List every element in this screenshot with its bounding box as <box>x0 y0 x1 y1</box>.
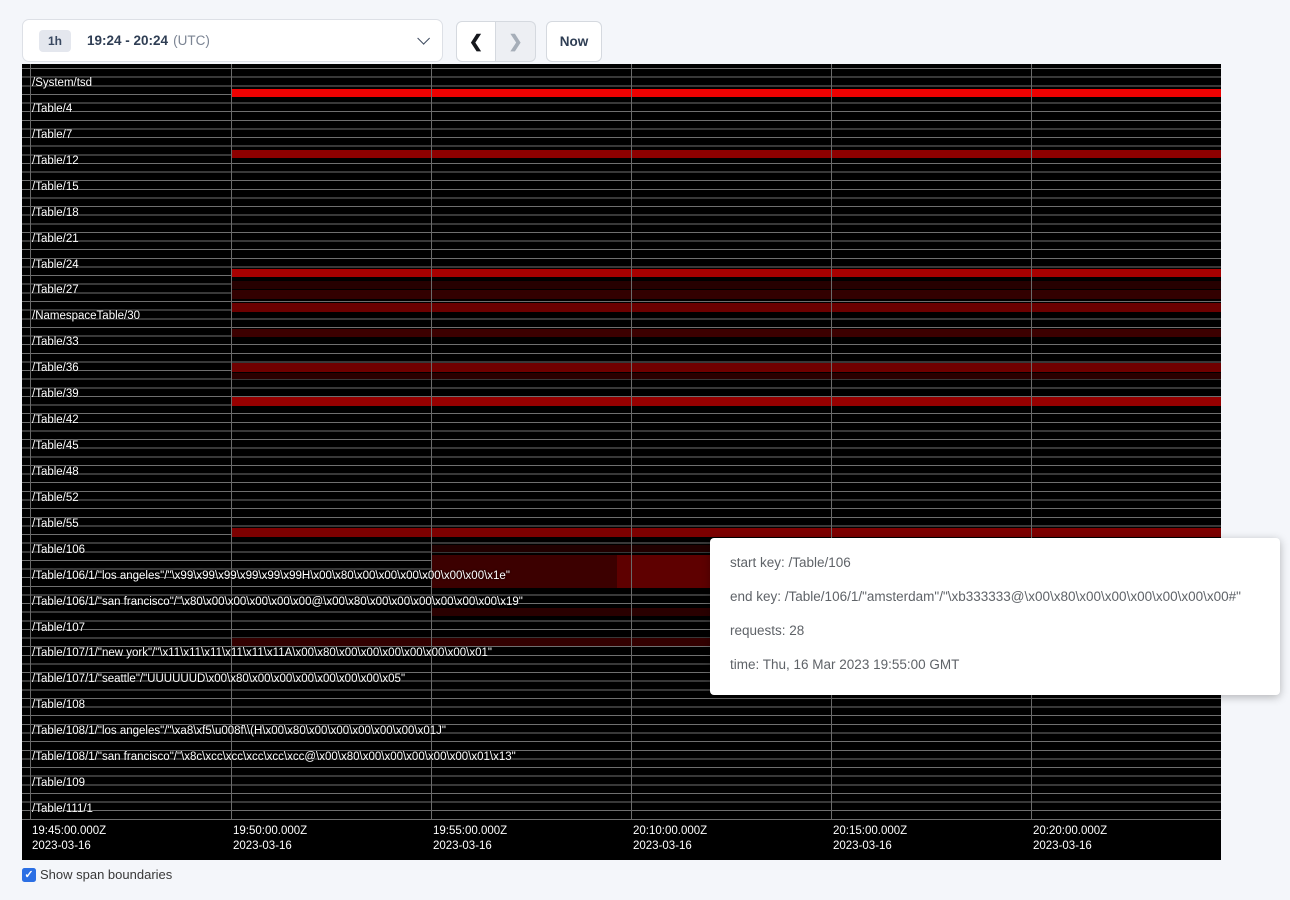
row-label: /Table/24 <box>32 259 79 271</box>
tooltip-time: time: Thu, 16 Mar 2023 19:55:00 GMT <box>730 655 1280 675</box>
now-button-label: Now <box>560 34 589 49</box>
row-label: /Table/106/1/"san francisco"/"\x80\x00\x… <box>32 596 523 608</box>
x-axis-date: 2023-03-16 <box>233 839 307 854</box>
hover-tooltip: start key: /Table/106 end key: /Table/10… <box>710 538 1280 695</box>
heat-band[interactable] <box>231 150 1221 158</box>
x-axis-tick: 19:45:00.000Z2023-03-16 <box>32 824 106 854</box>
x-axis-tick: 20:10:00.000Z2023-03-16 <box>633 824 707 854</box>
row-label: /Table/36 <box>32 362 79 374</box>
show-span-boundaries-checkbox[interactable]: ✓ <box>22 868 36 882</box>
tooltip-start-key: start key: /Table/106 <box>730 553 1280 573</box>
row-label: /Table/45 <box>32 440 79 452</box>
row-label: /Table/109 <box>32 777 85 789</box>
x-axis-date: 2023-03-16 <box>32 839 106 854</box>
time-gridline <box>231 64 232 820</box>
x-axis-time: 20:10:00.000Z <box>633 824 707 839</box>
x-axis-date: 2023-03-16 <box>1033 839 1107 854</box>
row-label: /Table/48 <box>32 466 79 478</box>
footer: ✓ Show span boundaries <box>22 867 172 882</box>
time-gridline <box>631 64 632 820</box>
x-axis-time: 19:50:00.000Z <box>233 824 307 839</box>
x-axis-date: 2023-03-16 <box>833 839 907 854</box>
x-axis-tick: 20:15:00.000Z2023-03-16 <box>833 824 907 854</box>
heat-band[interactable] <box>231 397 1221 406</box>
row-label: /Table/39 <box>32 388 79 400</box>
row-label: /Table/55 <box>32 518 79 530</box>
time-gridline <box>831 64 832 820</box>
time-gridline <box>431 64 432 820</box>
now-button[interactable]: Now <box>546 21 602 62</box>
row-label: /Table/107 <box>32 622 85 634</box>
heat-band[interactable] <box>231 528 1221 537</box>
row-label: /System/tsd <box>32 77 92 89</box>
heat-band[interactable] <box>231 373 1221 379</box>
row-label: /Table/12 <box>32 155 79 167</box>
heat-band[interactable] <box>231 290 1221 299</box>
row-label: /Table/108/1/"los angeles"/"\xa8\xf5\u00… <box>32 725 446 737</box>
x-axis-date: 2023-03-16 <box>433 839 507 854</box>
row-label: /Table/4 <box>32 103 72 115</box>
x-axis-time: 20:15:00.000Z <box>833 824 907 839</box>
row-label: /Table/107/1/"new york"/"\x11\x11\x11\x1… <box>32 647 492 659</box>
row-label: /Table/18 <box>32 207 79 219</box>
tooltip-requests: requests: 28 <box>730 621 1280 641</box>
key-visualizer-canvas[interactable]: /System/tsd/Table/4/Table/7/Table/12/Tab… <box>22 64 1221 860</box>
toolbar: 1h 19:24 - 20:24 (UTC) ❮ ❯ Now <box>0 0 1290 64</box>
row-label: /NamespaceTable/30 <box>32 310 140 322</box>
row-label: /Table/42 <box>32 414 79 426</box>
range-timezone: (UTC) <box>173 33 210 48</box>
previous-range-button[interactable]: ❮ <box>456 21 496 62</box>
heat-band[interactable] <box>231 329 1221 337</box>
row-label: /Table/106 <box>32 544 85 556</box>
checkmark-icon: ✓ <box>24 869 33 881</box>
chevron-right-icon: ❯ <box>508 32 522 52</box>
row-label: /Table/111/1 <box>32 803 93 815</box>
row-label: /Table/7 <box>32 129 72 141</box>
heat-band[interactable] <box>231 269 1221 277</box>
x-axis-time: 20:20:00.000Z <box>1033 824 1107 839</box>
heat-band[interactable] <box>231 363 1221 372</box>
heat-band[interactable] <box>231 281 1221 289</box>
time-gridline <box>30 64 31 820</box>
x-axis-tick: 19:55:00.000Z2023-03-16 <box>433 824 507 854</box>
x-axis-tick: 20:20:00.000Z2023-03-16 <box>1033 824 1107 854</box>
row-label: /Table/108 <box>32 699 85 711</box>
span-boundary-lines <box>22 68 1221 820</box>
time-gridline <box>1031 64 1032 820</box>
row-label: /Table/15 <box>32 181 79 193</box>
row-label: /Table/21 <box>32 233 79 245</box>
time-nav-group: ❮ ❯ <box>456 21 536 62</box>
chevron-left-icon: ❮ <box>469 32 483 52</box>
x-axis-time: 19:45:00.000Z <box>32 824 106 839</box>
row-label: /Table/107/1/"seattle"/"UUUUUUD\x00\x80\… <box>32 673 405 685</box>
row-label: /Table/108/1/"san francisco"/"\x8c\xcc\x… <box>32 751 516 763</box>
time-range-dropdown[interactable]: 1h 19:24 - 20:24 (UTC) <box>22 19 443 62</box>
row-label: /Table/106/1/"los angeles"/"\x99\x99\x99… <box>32 570 510 582</box>
next-range-button[interactable]: ❯ <box>496 21 536 62</box>
x-axis-date: 2023-03-16 <box>633 839 707 854</box>
x-axis-tick: 19:50:00.000Z2023-03-16 <box>233 824 307 854</box>
heat-band[interactable] <box>231 89 1221 97</box>
x-axis-time: 19:55:00.000Z <box>433 824 507 839</box>
show-span-boundaries-label: Show span boundaries <box>40 867 172 882</box>
heat-band[interactable] <box>231 303 1221 312</box>
tooltip-end-key: end key: /Table/106/1/"amsterdam"/"\xb33… <box>730 587 1280 607</box>
chevron-down-icon <box>417 32 430 45</box>
row-label: /Table/27 <box>32 284 79 296</box>
row-label: /Table/33 <box>32 336 79 348</box>
range-duration-badge: 1h <box>39 30 71 52</box>
range-text: 19:24 - 20:24 <box>87 33 168 48</box>
row-label: /Table/52 <box>32 492 79 504</box>
